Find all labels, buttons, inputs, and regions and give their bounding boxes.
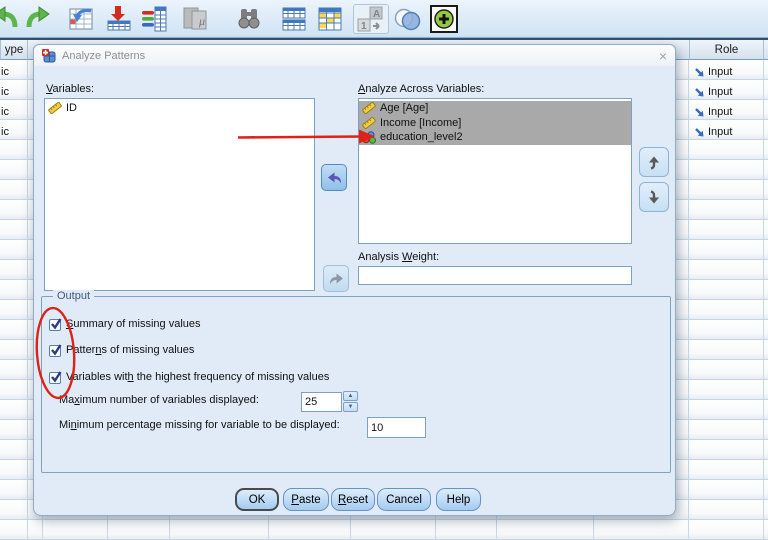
insert-variables-icon[interactable] bbox=[140, 4, 170, 34]
role-cell[interactable]: Input bbox=[693, 122, 732, 141]
across-variables-list[interactable]: Age [Age] Income [Income] education_leve… bbox=[358, 98, 632, 244]
type-cell[interactable]: ic bbox=[1, 102, 9, 121]
across-item-income[interactable]: Income [Income] bbox=[359, 116, 631, 131]
scale-measure-icon bbox=[48, 102, 62, 114]
variables-label: Variables: bbox=[46, 83, 94, 95]
analysis-weight-field[interactable] bbox=[358, 266, 632, 285]
patterns-checkbox[interactable] bbox=[49, 345, 61, 357]
analyze-patterns-dialog: Analyze Patterns × Variables: ID Analyze… bbox=[33, 44, 676, 516]
dialog-titlebar[interactable]: Analyze Patterns × bbox=[34, 45, 675, 66]
cancel-button[interactable]: Cancel bbox=[377, 488, 431, 511]
across-variables-label: Analyze Across Variables: bbox=[358, 83, 484, 95]
role-cell[interactable]: Input bbox=[693, 62, 732, 81]
summary-checkbox[interactable] bbox=[49, 319, 61, 331]
value-labels-icon[interactable] bbox=[315, 4, 345, 34]
scale-measure-icon bbox=[362, 117, 376, 129]
input-role-icon bbox=[693, 66, 705, 78]
redo-icon[interactable] bbox=[24, 4, 54, 34]
role-column-header[interactable]: Role bbox=[689, 40, 764, 60]
ok-button[interactable]: OK bbox=[235, 488, 279, 511]
scale-measure-icon bbox=[362, 102, 376, 114]
reset-button[interactable]: Reset bbox=[331, 488, 375, 511]
descriptive-statistics-icon: μ bbox=[180, 4, 210, 34]
check-icon bbox=[49, 316, 63, 330]
go-to-case-icon[interactable] bbox=[66, 4, 96, 34]
arrow-down-icon bbox=[647, 190, 661, 205]
check-icon bbox=[49, 342, 63, 356]
across-item-education[interactable]: education_level2 bbox=[359, 130, 631, 145]
max-variables-field[interactable]: 25 bbox=[301, 392, 342, 412]
arrow-right-icon bbox=[328, 271, 345, 286]
dialog-icon bbox=[42, 49, 56, 63]
spin-down-icon[interactable]: ▼ bbox=[343, 402, 358, 412]
toggle-value-labels-icon[interactable]: A1 bbox=[353, 4, 389, 34]
paste-button[interactable]: Paste bbox=[283, 488, 329, 511]
variables-list[interactable]: ID bbox=[44, 98, 315, 291]
output-group-label: Output bbox=[53, 290, 94, 302]
input-role-icon bbox=[693, 86, 705, 98]
summary-checkbox-label[interactable]: Summary of missing values bbox=[66, 318, 201, 330]
type-cell[interactable]: ic bbox=[1, 82, 9, 101]
add-custom-icon[interactable] bbox=[429, 4, 459, 34]
svg-text:A: A bbox=[373, 9, 380, 20]
input-role-icon bbox=[693, 106, 705, 118]
type-cell[interactable]: ic bbox=[1, 122, 9, 141]
insert-cases-icon[interactable] bbox=[104, 4, 134, 34]
role-cell[interactable]: Input bbox=[693, 82, 732, 101]
role-cell[interactable]: Input bbox=[693, 102, 732, 121]
variable-item-id[interactable]: ID bbox=[45, 101, 314, 116]
toolbar: μ A1 bbox=[0, 0, 768, 38]
move-left-button[interactable] bbox=[321, 164, 347, 191]
across-item-age[interactable]: Age [Age] bbox=[359, 101, 631, 116]
spin-up-icon[interactable]: ▲ bbox=[343, 391, 358, 401]
check-icon bbox=[49, 369, 63, 383]
move-up-button[interactable] bbox=[639, 147, 669, 177]
move-down-button[interactable] bbox=[639, 182, 669, 212]
arrow-up-icon bbox=[647, 155, 661, 170]
spss-window: μ A1 ype Role ic bbox=[0, 0, 768, 540]
input-role-icon bbox=[693, 126, 705, 138]
help-button[interactable]: Help bbox=[436, 488, 481, 511]
highest-frequency-checkbox[interactable] bbox=[49, 372, 61, 384]
nominal-measure-icon bbox=[362, 131, 376, 144]
analysis-weight-label: Analysis Weight: bbox=[358, 251, 439, 263]
undo-icon[interactable] bbox=[0, 4, 20, 34]
svg-text:1: 1 bbox=[361, 21, 367, 32]
min-percentage-label: Minimum percentage missing for variable … bbox=[59, 419, 340, 431]
find-icon bbox=[234, 4, 264, 34]
use-variable-sets-icon[interactable] bbox=[392, 4, 422, 34]
dialog-title: Analyze Patterns bbox=[62, 50, 145, 62]
min-percentage-field[interactable]: 10 bbox=[367, 417, 426, 438]
move-right-button bbox=[323, 265, 349, 292]
arrow-left-icon bbox=[326, 170, 343, 185]
svg-text:μ: μ bbox=[198, 14, 205, 28]
patterns-checkbox-label[interactable]: Patterns of missing values bbox=[66, 344, 194, 356]
max-variables-label: Maximum number of variables displayed: bbox=[59, 394, 259, 406]
type-cell[interactable]: ic bbox=[1, 62, 9, 81]
max-variables-stepper: ▲ ▼ bbox=[343, 391, 358, 412]
close-icon[interactable]: × bbox=[659, 49, 667, 63]
highest-frequency-checkbox-label[interactable]: Variables with the highest frequency of … bbox=[66, 371, 329, 383]
split-file-icon[interactable] bbox=[279, 4, 309, 34]
type-column-header[interactable]: ype bbox=[0, 40, 28, 60]
